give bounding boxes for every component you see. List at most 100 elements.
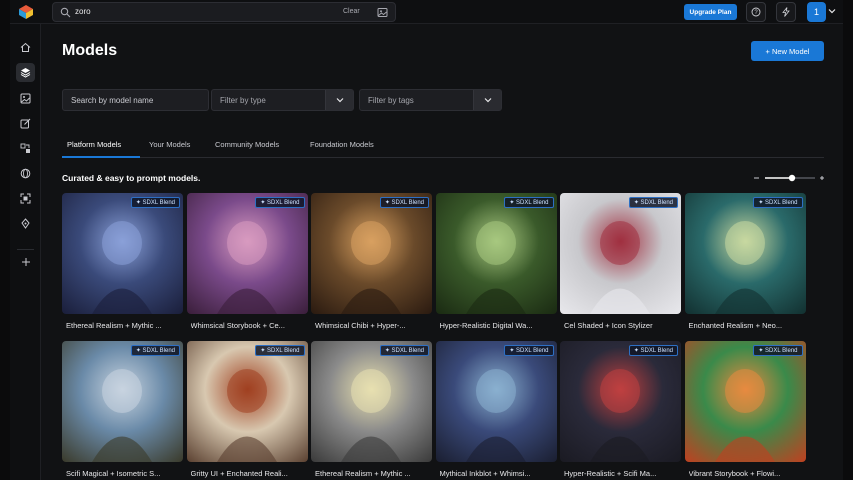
sdxl-blend-badge: ✦ SDXL Blend (130, 197, 180, 208)
model-name: Scifi Magical + Isometric S... (66, 469, 161, 478)
sdxl-blend-badge: ✦ SDXL Blend (379, 197, 429, 208)
model-thumbnail[interactable] (62, 341, 183, 462)
tab-community-models[interactable]: Community Models (215, 140, 279, 149)
model-thumbnail[interactable] (186, 193, 308, 314)
sidebar (10, 24, 41, 480)
upgrade-plan-button[interactable]: Upgrade Plan (684, 4, 737, 20)
model-name: Gritty UI + Enchanted Reali... (190, 469, 288, 478)
layers-icon (20, 68, 31, 78)
sidebar-item-edit[interactable] (16, 114, 35, 133)
model-card[interactable]: ✦ SDXL Blend Ethereal Realism + Mythic ..… (311, 341, 432, 480)
sidebar-add-button[interactable] (16, 252, 35, 271)
thumbnail-figure (714, 369, 775, 462)
tags-dropdown-toggle[interactable] (473, 90, 501, 110)
model-card[interactable]: ✦ SDXL Blend Gritty UI + Enchanted Reali.… (186, 341, 308, 480)
thumbnail-figure (465, 221, 526, 314)
model-card[interactable]: ✦ SDXL Blend Whimsical Chibi + Hyper-... (311, 193, 432, 337)
model-thumbnail[interactable] (186, 341, 308, 462)
type-placeholder: Filter by type (220, 96, 266, 105)
canvas-icon (20, 143, 30, 153)
image-search-icon[interactable] (377, 7, 388, 18)
tab-platform-models[interactable]: Platform Models (67, 140, 121, 149)
clear-search-button[interactable]: Clear (343, 8, 360, 15)
page-title: Models (62, 42, 118, 59)
filter-by-type-select[interactable]: Filter by type (211, 89, 354, 111)
model-thumbnail[interactable] (311, 341, 432, 462)
chevron-down-icon[interactable] (828, 7, 836, 15)
model-name: Mythical Inkblot + Whimsi... (439, 469, 531, 478)
main-content: Models + New Model Search by model name … (41, 24, 843, 480)
model-name: Hyper-Realistic Digital Wa... (439, 321, 533, 330)
thumbnail-size-slider[interactable] (753, 172, 825, 184)
thumbnail-figure (590, 221, 650, 314)
chevron-down-icon (484, 98, 491, 103)
slider-handle (788, 174, 796, 182)
help-button[interactable]: ? (746, 2, 766, 22)
filter-by-tags-select[interactable]: Filter by tags (359, 89, 502, 111)
search-input[interactable]: zoro (75, 7, 91, 16)
model-thumbnail[interactable] (560, 193, 681, 314)
sidebar-item-home[interactable] (16, 38, 35, 57)
globe-icon (20, 168, 31, 179)
model-card[interactable]: ✦ SDXL Blend Mythical Inkblot + Whimsi... (435, 341, 557, 480)
model-name: Whimsical Chibi + Hyper-... (315, 321, 406, 330)
sdxl-blend-badge: ✦ SDXL Blend (628, 345, 678, 356)
help-icon: ? (751, 7, 761, 17)
model-thumbnail[interactable] (62, 193, 183, 314)
sdxl-blend-badge: ✦ SDXL Blend (379, 345, 429, 356)
sidebar-item-3d[interactable] (16, 164, 35, 183)
model-card[interactable]: ✦ SDXL Blend Scifi Magical + Isometric S.… (62, 341, 183, 480)
tab-your-models[interactable]: Your Models (149, 140, 190, 149)
model-thumbnail[interactable] (435, 341, 557, 462)
sidebar-item-models[interactable] (16, 63, 35, 82)
thumbnail-figure (590, 369, 650, 462)
model-name-search-field[interactable]: Search by model name (62, 89, 209, 111)
sdxl-blend-badge: ✦ SDXL Blend (753, 345, 803, 356)
thumbnail-figure (92, 369, 152, 462)
tags-placeholder: Filter by tags (368, 96, 414, 105)
model-name: Vibrant Storybook + Flowi... (688, 469, 781, 478)
sdxl-blend-badge: ✦ SDXL Blend (628, 197, 678, 208)
global-search[interactable]: zoro Clear (52, 2, 396, 22)
upscale-icon (20, 193, 31, 204)
model-card[interactable]: ✦ SDXL Blend Cel Shaded + Icon Stylizer (560, 193, 681, 337)
image-icon (20, 93, 31, 104)
model-thumbnail[interactable] (560, 341, 681, 462)
top-bar: zoro Clear Upgrade Plan ? 1 (10, 0, 843, 24)
sidebar-item-pen[interactable] (16, 214, 35, 233)
thumbnail-figure (465, 369, 526, 462)
home-icon (20, 42, 31, 52)
model-card[interactable]: ✦ SDXL Blend Ethereal Realism + Mythic ..… (62, 193, 183, 337)
search-icon (60, 7, 71, 18)
sdxl-blend-badge: ✦ SDXL Blend (255, 197, 305, 208)
lightning-icon (782, 7, 790, 17)
updates-button[interactable] (776, 2, 796, 22)
model-card[interactable]: ✦ SDXL Blend Enchanted Realism + Neo... (684, 193, 806, 337)
tab-foundation-models[interactable]: Foundation Models (310, 140, 374, 149)
model-card[interactable]: ✦ SDXL Blend Hyper-Realistic Digital Wa..… (435, 193, 557, 337)
user-avatar[interactable]: 1 (807, 2, 826, 22)
model-card[interactable]: ✦ SDXL Blend Hyper-Realistic + Scifi Ma..… (560, 341, 681, 480)
chevron-down-icon (336, 98, 343, 103)
model-name-placeholder: Search by model name (71, 96, 154, 105)
type-dropdown-toggle[interactable] (325, 90, 353, 110)
edit-icon (20, 118, 31, 129)
sidebar-item-canvas[interactable] (16, 139, 35, 158)
model-thumbnail[interactable] (684, 341, 806, 462)
sdxl-blend-badge: ✦ SDXL Blend (130, 345, 180, 356)
model-name: Cel Shaded + Icon Stylizer (564, 321, 653, 330)
sdxl-blend-badge: ✦ SDXL Blend (753, 197, 803, 208)
app-logo-icon[interactable] (19, 5, 33, 19)
model-card[interactable]: ✦ SDXL Blend Whimsical Storybook + Ce... (186, 193, 308, 337)
model-name: Whimsical Storybook + Ce... (190, 321, 285, 330)
thumbnail-figure (341, 369, 401, 462)
new-model-button[interactable]: + New Model (751, 41, 824, 61)
model-thumbnail[interactable] (435, 193, 557, 314)
plus-icon (21, 257, 30, 266)
sidebar-item-upscaler[interactable] (16, 189, 35, 208)
model-card[interactable]: ✦ SDXL Blend Vibrant Storybook + Flowi... (684, 341, 806, 480)
sidebar-item-images[interactable] (16, 89, 35, 108)
model-thumbnail[interactable] (311, 193, 432, 314)
model-thumbnail[interactable] (684, 193, 806, 314)
sidebar-divider (17, 249, 34, 250)
